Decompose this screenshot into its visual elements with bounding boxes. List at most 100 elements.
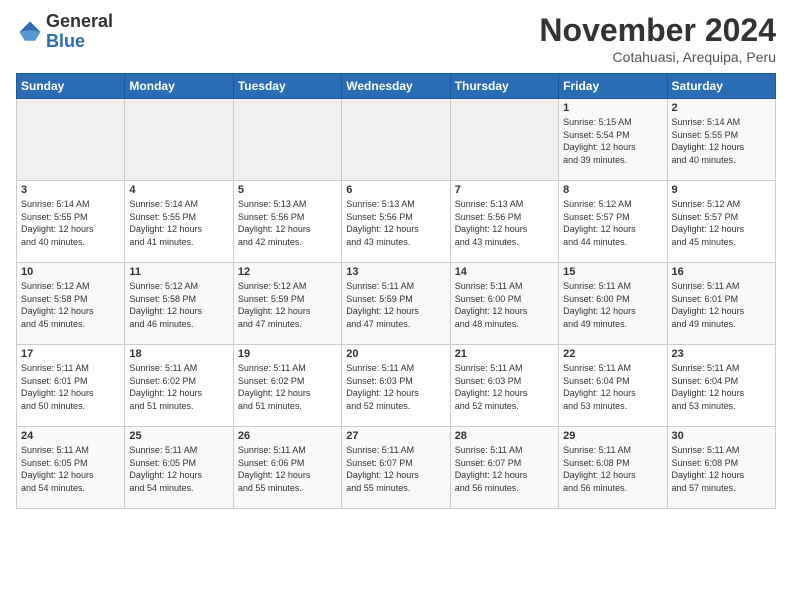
logo-text: General Blue xyxy=(46,12,113,52)
day-cell: 6Sunrise: 5:13 AM Sunset: 5:56 PM Daylig… xyxy=(342,181,450,263)
day-info: Sunrise: 5:14 AM Sunset: 5:55 PM Dayligh… xyxy=(21,198,120,248)
day-number: 9 xyxy=(672,184,771,196)
day-info: Sunrise: 5:12 AM Sunset: 5:59 PM Dayligh… xyxy=(238,280,337,330)
col-header-wednesday: Wednesday xyxy=(342,74,450,99)
day-info: Sunrise: 5:13 AM Sunset: 5:56 PM Dayligh… xyxy=(455,198,554,248)
col-header-thursday: Thursday xyxy=(450,74,558,99)
day-info: Sunrise: 5:11 AM Sunset: 6:03 PM Dayligh… xyxy=(346,362,445,412)
day-info: Sunrise: 5:12 AM Sunset: 5:57 PM Dayligh… xyxy=(672,198,771,248)
day-info: Sunrise: 5:15 AM Sunset: 5:54 PM Dayligh… xyxy=(563,116,662,166)
day-info: Sunrise: 5:11 AM Sunset: 6:05 PM Dayligh… xyxy=(129,444,228,494)
col-header-saturday: Saturday xyxy=(667,74,775,99)
location-subtitle: Cotahuasi, Arequipa, Peru xyxy=(539,49,776,65)
day-cell: 17 Sunrise: 5:11 AM Sunset: 6:01 PM Dayli… xyxy=(17,345,125,427)
day-cell: 9 Sunrise: 5:12 AM Sunset: 5:57 PM Daylig… xyxy=(667,181,775,263)
calendar: SundayMondayTuesdayWednesdayThursdayFrid… xyxy=(16,73,776,509)
day-number: 7 xyxy=(455,184,554,196)
day-cell: 2 Sunrise: 5:14 AM Sunset: 5:55 PM Daylig… xyxy=(667,99,775,181)
day-cell: 27Sunrise: 5:11 AM Sunset: 6:07 PM Dayli… xyxy=(342,427,450,509)
day-cell: 1 Sunrise: 5:15 AM Sunset: 5:54 PM Daylig… xyxy=(559,99,667,181)
day-cell: 16 Sunrise: 5:11 AM Sunset: 6:01 PM Dayli… xyxy=(667,263,775,345)
day-cell: 8Sunrise: 5:12 AM Sunset: 5:57 PM Daylig… xyxy=(559,181,667,263)
col-header-tuesday: Tuesday xyxy=(233,74,341,99)
day-cell: 11 Sunrise: 5:12 AM Sunset: 5:58 PM Dayli… xyxy=(125,263,233,345)
day-number: 24 xyxy=(21,430,120,442)
day-number: 10 xyxy=(21,266,120,278)
day-number: 18 xyxy=(129,348,228,360)
day-number: 19 xyxy=(238,348,337,360)
day-number: 28 xyxy=(455,430,554,442)
day-cell xyxy=(342,99,450,181)
day-cell: 23 Sunrise: 5:11 AM Sunset: 6:04 PM Dayli… xyxy=(667,345,775,427)
col-header-monday: Monday xyxy=(125,74,233,99)
day-number: 17 xyxy=(21,348,120,360)
day-info: Sunrise: 5:11 AM Sunset: 5:59 PM Dayligh… xyxy=(346,280,445,330)
col-header-sunday: Sunday xyxy=(17,74,125,99)
calendar-header: SundayMondayTuesdayWednesdayThursdayFrid… xyxy=(17,74,776,99)
day-number: 12 xyxy=(238,266,337,278)
day-number: 5 xyxy=(238,184,337,196)
day-cell: 7 Sunrise: 5:13 AM Sunset: 5:56 PM Daylig… xyxy=(450,181,558,263)
day-number: 26 xyxy=(238,430,337,442)
day-number: 29 xyxy=(563,430,662,442)
day-cell: 29 Sunrise: 5:11 AM Sunset: 6:08 PM Dayli… xyxy=(559,427,667,509)
day-number: 22 xyxy=(563,348,662,360)
week-row-3: 10 Sunrise: 5:12 AM Sunset: 5:58 PM Dayli… xyxy=(17,263,776,345)
day-cell: 13 Sunrise: 5:11 AM Sunset: 5:59 PM Dayli… xyxy=(342,263,450,345)
day-cell xyxy=(125,99,233,181)
day-cell: 28 Sunrise: 5:11 AM Sunset: 6:07 PM Dayli… xyxy=(450,427,558,509)
day-cell xyxy=(17,99,125,181)
day-info: Sunrise: 5:11 AM Sunset: 6:01 PM Dayligh… xyxy=(21,362,120,412)
logo: General Blue xyxy=(16,12,113,52)
day-info: Sunrise: 5:12 AM Sunset: 5:58 PM Dayligh… xyxy=(129,280,228,330)
day-cell xyxy=(233,99,341,181)
day-info: Sunrise: 5:12 AM Sunset: 5:58 PM Dayligh… xyxy=(21,280,120,330)
day-number: 11 xyxy=(129,266,228,278)
day-info: Sunrise: 5:11 AM Sunset: 6:07 PM Dayligh… xyxy=(455,444,554,494)
day-cell: 4 Sunrise: 5:14 AM Sunset: 5:55 PM Daylig… xyxy=(125,181,233,263)
day-cell: 21Sunrise: 5:11 AM Sunset: 6:03 PM Dayli… xyxy=(450,345,558,427)
day-number: 15 xyxy=(563,266,662,278)
day-info: Sunrise: 5:11 AM Sunset: 6:00 PM Dayligh… xyxy=(455,280,554,330)
day-number: 4 xyxy=(129,184,228,196)
week-row-5: 24 Sunrise: 5:11 AM Sunset: 6:05 PM Dayli… xyxy=(17,427,776,509)
day-number: 25 xyxy=(129,430,228,442)
week-row-1: 1 Sunrise: 5:15 AM Sunset: 5:54 PM Daylig… xyxy=(17,99,776,181)
week-row-4: 17 Sunrise: 5:11 AM Sunset: 6:01 PM Dayli… xyxy=(17,345,776,427)
header: General Blue November 2024 Cotahuasi, Ar… xyxy=(16,12,776,65)
logo-blue: Blue xyxy=(46,32,113,52)
day-info: Sunrise: 5:11 AM Sunset: 6:02 PM Dayligh… xyxy=(129,362,228,412)
day-info: Sunrise: 5:11 AM Sunset: 6:08 PM Dayligh… xyxy=(672,444,771,494)
day-cell: 30 Sunrise: 5:11 AM Sunset: 6:08 PM Dayli… xyxy=(667,427,775,509)
day-number: 3 xyxy=(21,184,120,196)
day-cell: 20 Sunrise: 5:11 AM Sunset: 6:03 PM Dayli… xyxy=(342,345,450,427)
day-info: Sunrise: 5:11 AM Sunset: 6:01 PM Dayligh… xyxy=(672,280,771,330)
day-cell: 3 Sunrise: 5:14 AM Sunset: 5:55 PM Daylig… xyxy=(17,181,125,263)
day-cell: 5 Sunrise: 5:13 AM Sunset: 5:56 PM Daylig… xyxy=(233,181,341,263)
day-number: 20 xyxy=(346,348,445,360)
day-cell: 22Sunrise: 5:11 AM Sunset: 6:04 PM Dayli… xyxy=(559,345,667,427)
day-info: Sunrise: 5:11 AM Sunset: 6:04 PM Dayligh… xyxy=(672,362,771,412)
day-info: Sunrise: 5:11 AM Sunset: 6:08 PM Dayligh… xyxy=(563,444,662,494)
day-number: 13 xyxy=(346,266,445,278)
week-row-2: 3 Sunrise: 5:14 AM Sunset: 5:55 PM Daylig… xyxy=(17,181,776,263)
day-cell: 14 Sunrise: 5:11 AM Sunset: 6:00 PM Dayli… xyxy=(450,263,558,345)
day-info: Sunrise: 5:14 AM Sunset: 5:55 PM Dayligh… xyxy=(129,198,228,248)
day-number: 21 xyxy=(455,348,554,360)
day-number: 14 xyxy=(455,266,554,278)
day-number: 30 xyxy=(672,430,771,442)
day-info: Sunrise: 5:13 AM Sunset: 5:56 PM Dayligh… xyxy=(346,198,445,248)
day-info: Sunrise: 5:11 AM Sunset: 6:06 PM Dayligh… xyxy=(238,444,337,494)
day-number: 16 xyxy=(672,266,771,278)
day-number: 23 xyxy=(672,348,771,360)
day-info: Sunrise: 5:14 AM Sunset: 5:55 PM Dayligh… xyxy=(672,116,771,166)
page: General Blue November 2024 Cotahuasi, Ar… xyxy=(0,0,792,612)
day-number: 27 xyxy=(346,430,445,442)
calendar-body: 1 Sunrise: 5:15 AM Sunset: 5:54 PM Daylig… xyxy=(17,99,776,509)
day-number: 2 xyxy=(672,102,771,114)
day-info: Sunrise: 5:13 AM Sunset: 5:56 PM Dayligh… xyxy=(238,198,337,248)
title-area: November 2024 Cotahuasi, Arequipa, Peru xyxy=(539,12,776,65)
day-number: 1 xyxy=(563,102,662,114)
logo-icon xyxy=(16,18,44,46)
day-info: Sunrise: 5:11 AM Sunset: 6:05 PM Dayligh… xyxy=(21,444,120,494)
